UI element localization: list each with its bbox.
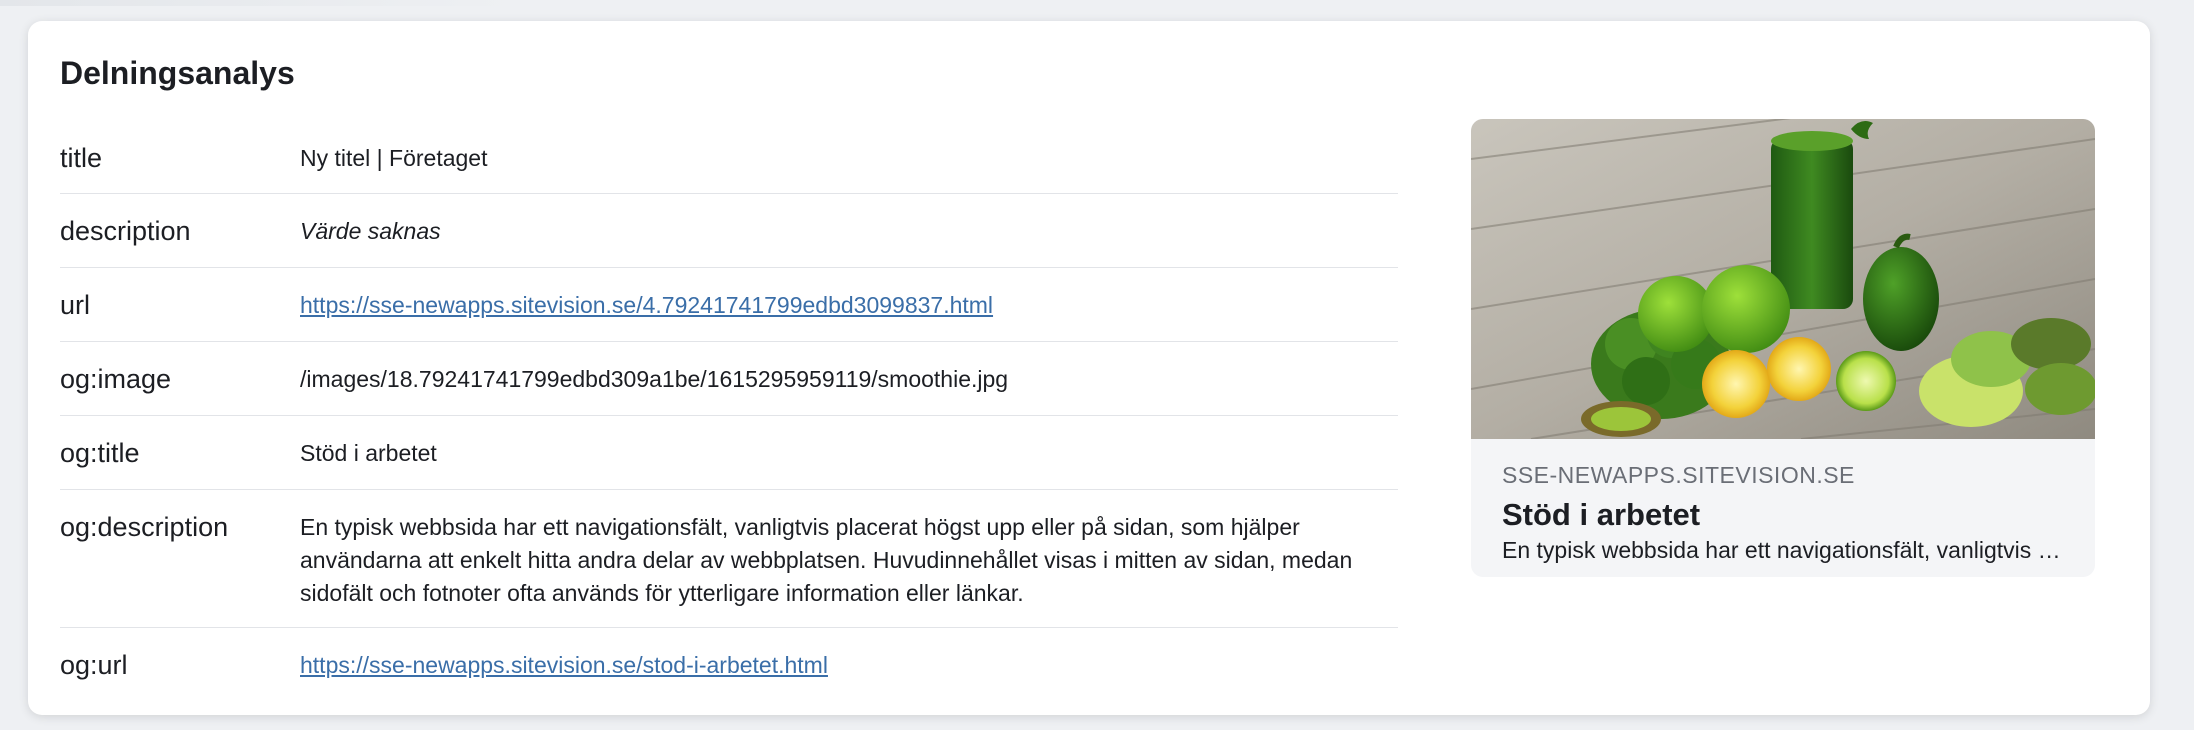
meta-row-og-title: og:title Stöd i arbetet xyxy=(60,416,1398,490)
preview-description: En typisk webbsida har ett navigationsfä… xyxy=(1502,537,2062,563)
meta-row-og-description: og:description En typisk webbsida har et… xyxy=(60,490,1398,628)
smoothie-image xyxy=(1471,119,2095,439)
meta-value: Värde saknas xyxy=(300,218,441,244)
meta-key: og:url xyxy=(60,650,128,680)
preview-title: Stöd i arbetet xyxy=(1502,497,1701,532)
meta-key: og:description xyxy=(60,512,229,542)
share-preview-card: SSE-NEWAPPS.SITEVISION.SE Stöd i arbetet… xyxy=(1471,119,2095,577)
meta-key: description xyxy=(60,216,191,246)
og-url-link[interactable]: https://sse-newapps.sitevision.se/stod-i… xyxy=(300,651,828,678)
meta-value: Ny titel | Företaget xyxy=(300,145,488,171)
top-edge-shadow xyxy=(0,0,520,6)
meta-value: Stöd i arbetet xyxy=(300,440,437,466)
meta-row-og-image: og:image /images/18.79241741799edbd309a1… xyxy=(60,342,1398,416)
meta-key: url xyxy=(60,290,91,320)
meta-row-description: description Värde saknas xyxy=(60,194,1398,268)
preview-domain: SSE-NEWAPPS.SITEVISION.SE xyxy=(1502,462,1855,488)
meta-key: title xyxy=(60,143,103,173)
share-analysis-card: Delningsanalys title Ny titel | Företage… xyxy=(28,21,2150,715)
meta-value: En typisk webbsida har ett navigationsfä… xyxy=(300,514,1353,606)
meta-key: og:title xyxy=(60,438,140,468)
meta-key: og:image xyxy=(60,364,172,394)
meta-row-og-url: og:url https://sse-newapps.sitevision.se… xyxy=(60,628,1398,702)
card-title: Delningsanalys xyxy=(60,55,295,91)
meta-value: /images/18.79241741799edbd309a1be/161529… xyxy=(300,366,1009,392)
meta-table: title Ny titel | Företaget description V… xyxy=(60,121,1398,702)
meta-row-title: title Ny titel | Företaget xyxy=(60,121,1398,194)
meta-row-url: url https://sse-newapps.sitevision.se/4.… xyxy=(60,268,1398,342)
url-link[interactable]: https://sse-newapps.sitevision.se/4.7924… xyxy=(300,291,993,318)
